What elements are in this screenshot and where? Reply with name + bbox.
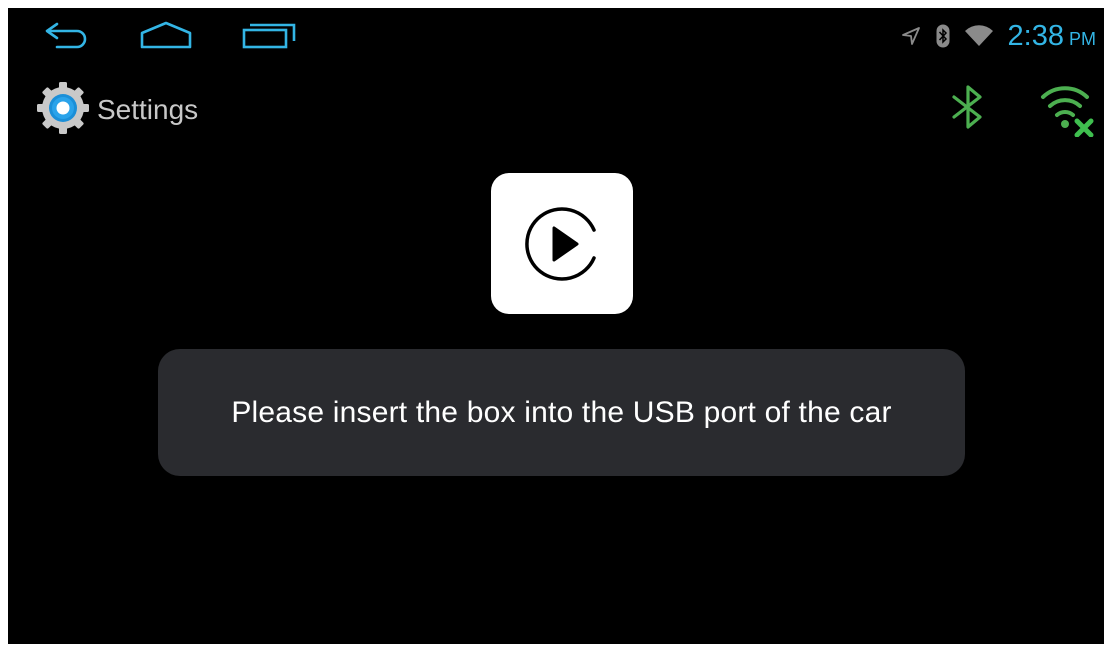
home-button[interactable] — [134, 18, 198, 52]
wifi-button[interactable] — [1038, 82, 1096, 138]
recent-apps-icon — [242, 23, 296, 49]
carplay-play-icon — [525, 206, 596, 281]
status-bar: 2:38 PM — [900, 18, 1096, 54]
back-button[interactable] — [36, 18, 96, 52]
settings-gear-icon — [35, 80, 91, 141]
location-icon — [900, 25, 922, 47]
message-dialog: Please insert the box into the USB port … — [158, 349, 965, 476]
page-title: Settings — [97, 94, 199, 125]
clock-time: 2:38 — [1007, 19, 1064, 52]
recent-apps-button[interactable] — [236, 18, 302, 52]
home-icon — [140, 21, 192, 49]
wifi-disconnected-icon — [1041, 86, 1094, 137]
bluetooth-icon — [952, 85, 982, 129]
bluetooth-button[interactable] — [946, 82, 990, 132]
carplay-logo-tile — [491, 173, 633, 314]
back-arrow-icon — [45, 22, 87, 49]
clock-ampm: PM — [1069, 28, 1096, 49]
wifi-icon — [964, 25, 994, 47]
clock: 2:38 PM — [1008, 20, 1096, 53]
settings-header[interactable]: Settings — [35, 81, 199, 134]
screen: 2:38 PM Settings Please insert the box i… — [8, 8, 1104, 644]
bluetooth-icon — [936, 24, 950, 48]
usb-message: Please insert the box into the USB port … — [231, 395, 892, 429]
